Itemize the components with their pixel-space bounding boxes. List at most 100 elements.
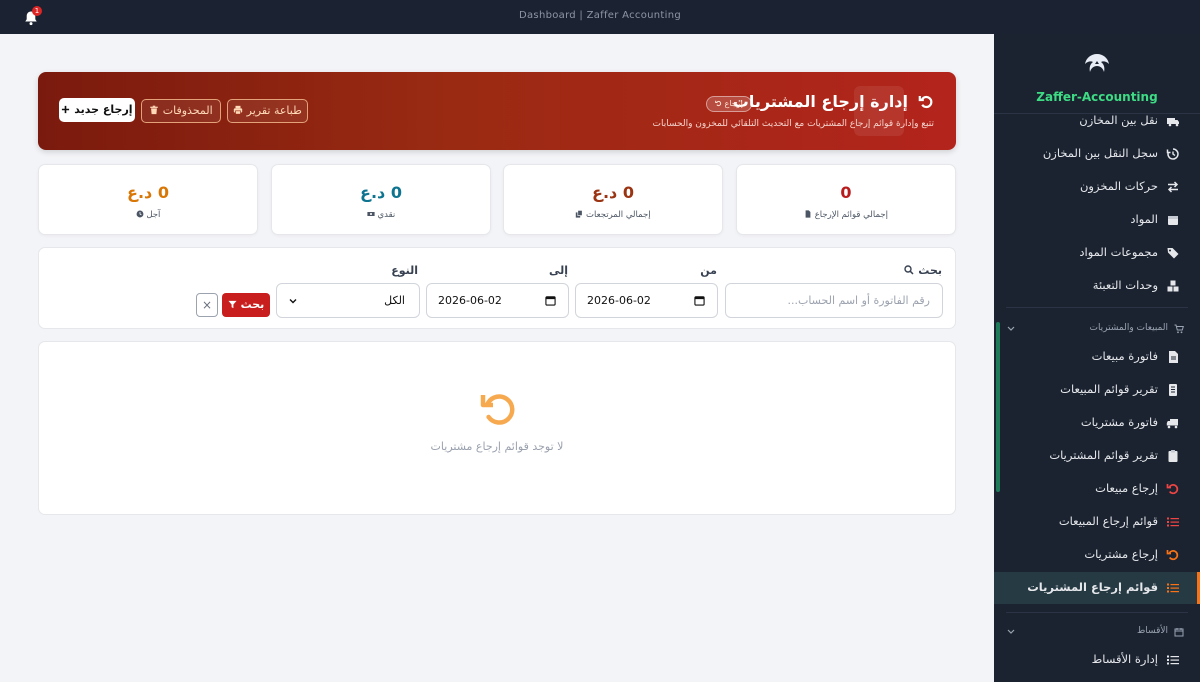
from-date-value: 2026-06-02 <box>587 294 651 307</box>
search-placeholder: رقم الفاتورة أو اسم الحساب... <box>787 294 930 307</box>
stat-label: إجمالي المرتجعات <box>504 210 722 220</box>
sidebar-item-label: حركات المخزون <box>1079 179 1158 193</box>
sidebar-item-sales-return-lists[interactable]: قوائم إرجاع المبيعات <box>994 506 1200 538</box>
truck-icon <box>1166 419 1178 429</box>
sidebar-item-material-groups[interactable]: مجموعات المواد <box>994 237 1200 269</box>
undo-watermark-icon <box>854 86 904 136</box>
type-select[interactable]: الكل <box>276 283 420 318</box>
stat-value: 0 د.ع <box>360 183 402 202</box>
sidebar-item-transfer-history[interactable]: سجل النقل بين المخازن <box>994 138 1200 170</box>
sidebar-item-label: المواد <box>1130 212 1158 226</box>
sidebar-item-label: إرجاع مبيعات <box>1095 481 1158 495</box>
new-return-button[interactable]: إرجاع جديد <box>59 98 135 122</box>
sidebar-section-label: الأقساط <box>1136 626 1168 636</box>
sidebar-item-label: تقرير قوائم المشتريات <box>1049 448 1158 462</box>
header-badge: إرجاع <box>706 96 752 112</box>
deleted-items-button[interactable]: المحذوفات <box>141 99 221 123</box>
empty-message: لا توجد قوائم إرجاع مشتريات <box>430 440 564 453</box>
print-report-button[interactable]: طباعة تقرير <box>227 99 308 123</box>
search-button[interactable]: بحث <box>222 293 270 317</box>
sidebar-item-label: إدارة الأقساط <box>1091 652 1158 666</box>
search-input[interactable]: رقم الفاتورة أو اسم الحساب... <box>725 283 943 318</box>
stat-card-total-returns: 0 إجمالي قوائم الإرجاع <box>736 164 956 235</box>
sidebar-item-materials[interactable]: المواد <box>994 204 1200 236</box>
deleted-items-label: المحذوفات <box>162 104 213 117</box>
copy-icon <box>576 210 583 218</box>
sidebar-item-purchase-return-lists[interactable]: قوائم إرجاع المشتريات <box>994 572 1200 604</box>
clear-filter-button[interactable]: × <box>196 293 218 317</box>
exchange-icon <box>1167 181 1179 193</box>
brand: Zaffer-Accounting <box>994 34 1200 114</box>
sidebar-item-packaging-units[interactable]: وحدات التعبئة <box>994 270 1200 302</box>
to-date-value: 2026-06-02 <box>438 294 502 307</box>
stat-value: 0 <box>840 183 852 202</box>
calendar-icon[interactable] <box>694 295 705 306</box>
sidebar-item-label: مجموعات المواد <box>1079 245 1158 259</box>
sidebar-item-label: نقل بين المخازن <box>1079 113 1158 127</box>
sidebar-item-label: وحدات التعبئة <box>1092 278 1158 292</box>
sidebar-item-installments[interactable]: إدارة الأقساط <box>994 644 1200 676</box>
sidebar-divider <box>1006 612 1188 613</box>
calendar-icon <box>1174 628 1184 637</box>
sidebar-divider <box>1006 307 1188 308</box>
box-icon <box>1168 216 1178 225</box>
top-bar: 1 Dashboard | Zaffer Accounting <box>0 0 1200 34</box>
to-label: إلى <box>548 264 568 277</box>
sidebar-item-purchase-invoice[interactable]: فاتورة مشتريات <box>994 407 1200 439</box>
stat-label-text: نقدي <box>377 210 396 220</box>
calendar-icon[interactable] <box>545 295 556 306</box>
chevron-down-icon <box>1007 326 1015 331</box>
cart-icon <box>1174 324 1184 334</box>
stat-card-cash: 0 د.ع نقدي <box>271 164 491 235</box>
new-return-label: إرجاع جديد <box>74 103 133 116</box>
to-date-field[interactable]: 2026-06-02 <box>426 283 569 318</box>
clock-icon <box>136 210 144 218</box>
filter-icon <box>228 300 237 309</box>
page-title: Dashboard | Zaffer Accounting <box>519 10 681 21</box>
list-icon <box>1167 655 1179 665</box>
sidebar-item-purchase-report[interactable]: تقرير قوائم المشتريات <box>994 440 1200 472</box>
sidebar-item-sales-return[interactable]: إرجاع مبيعات <box>994 473 1200 505</box>
type-label: النوع <box>391 264 418 277</box>
sidebar-item-stock-movements[interactable]: حركات المخزون <box>994 171 1200 203</box>
sidebar-item-label: قوائم إرجاع المبيعات <box>1058 514 1158 528</box>
plus-icon <box>62 105 70 114</box>
clipboard-icon <box>1168 450 1178 462</box>
stat-label: نقدي <box>272 210 490 220</box>
stat-label: آجل <box>39 210 257 220</box>
brand-name: Zaffer-Accounting <box>1036 90 1158 104</box>
sidebar-item-sales-invoice[interactable]: فاتورة مبيعات <box>994 341 1200 373</box>
printer-icon <box>233 105 243 115</box>
undo-icon <box>480 394 515 425</box>
search-icon <box>904 265 914 275</box>
sidebar-item-warehouse-transfer[interactable]: نقل بين المخازن <box>994 105 1200 137</box>
sidebar-item-label: قوائم إرجاع المشتريات <box>1027 580 1158 594</box>
tags-icon <box>1167 248 1179 259</box>
stat-label-text: إجمالي المرتجعات <box>586 210 651 220</box>
undo-icon <box>715 100 722 107</box>
stat-value: 0 د.ع <box>592 183 634 202</box>
sidebar-section-installments[interactable]: الأقساط <box>994 622 1200 642</box>
stat-label-text: آجل <box>146 210 161 220</box>
sidebar-item-purchase-return[interactable]: إرجاع مشتريات <box>994 539 1200 571</box>
print-report-label: طباعة تقرير <box>246 104 302 117</box>
cubes-icon <box>1167 280 1179 292</box>
sidebar-item-label: فاتورة مشتريات <box>1080 415 1158 429</box>
header-title: إدارة إرجاع المشتريات <box>732 92 908 111</box>
undo-icon <box>918 95 933 109</box>
cash-icon <box>367 212 375 216</box>
eagle-logo-icon <box>1085 54 1109 72</box>
sidebar-item-sales-report[interactable]: تقرير قوائم المبيعات <box>994 374 1200 406</box>
sidebar-section-sales[interactable]: المبيعات والمشتريات <box>994 319 1200 339</box>
stat-card-total-returned: 0 د.ع إجمالي المرتجعات <box>503 164 723 235</box>
search-button-label: بحث <box>240 298 265 311</box>
stat-value: 0 د.ع <box>127 183 169 202</box>
header-subtitle: تتبع وإدارة قوائم إرجاع المشتريات مع الت… <box>652 119 934 129</box>
sidebar-item-label: إرجاع مشتريات <box>1084 547 1158 561</box>
undo-icon <box>1166 550 1179 561</box>
results-panel: لا توجد قوائم إرجاع مشتريات <box>38 341 956 515</box>
chevron-down-icon <box>289 299 297 304</box>
from-date-field[interactable]: 2026-06-02 <box>575 283 718 318</box>
trash-icon <box>150 105 159 115</box>
header-badge-label: إرجاع <box>724 99 743 108</box>
